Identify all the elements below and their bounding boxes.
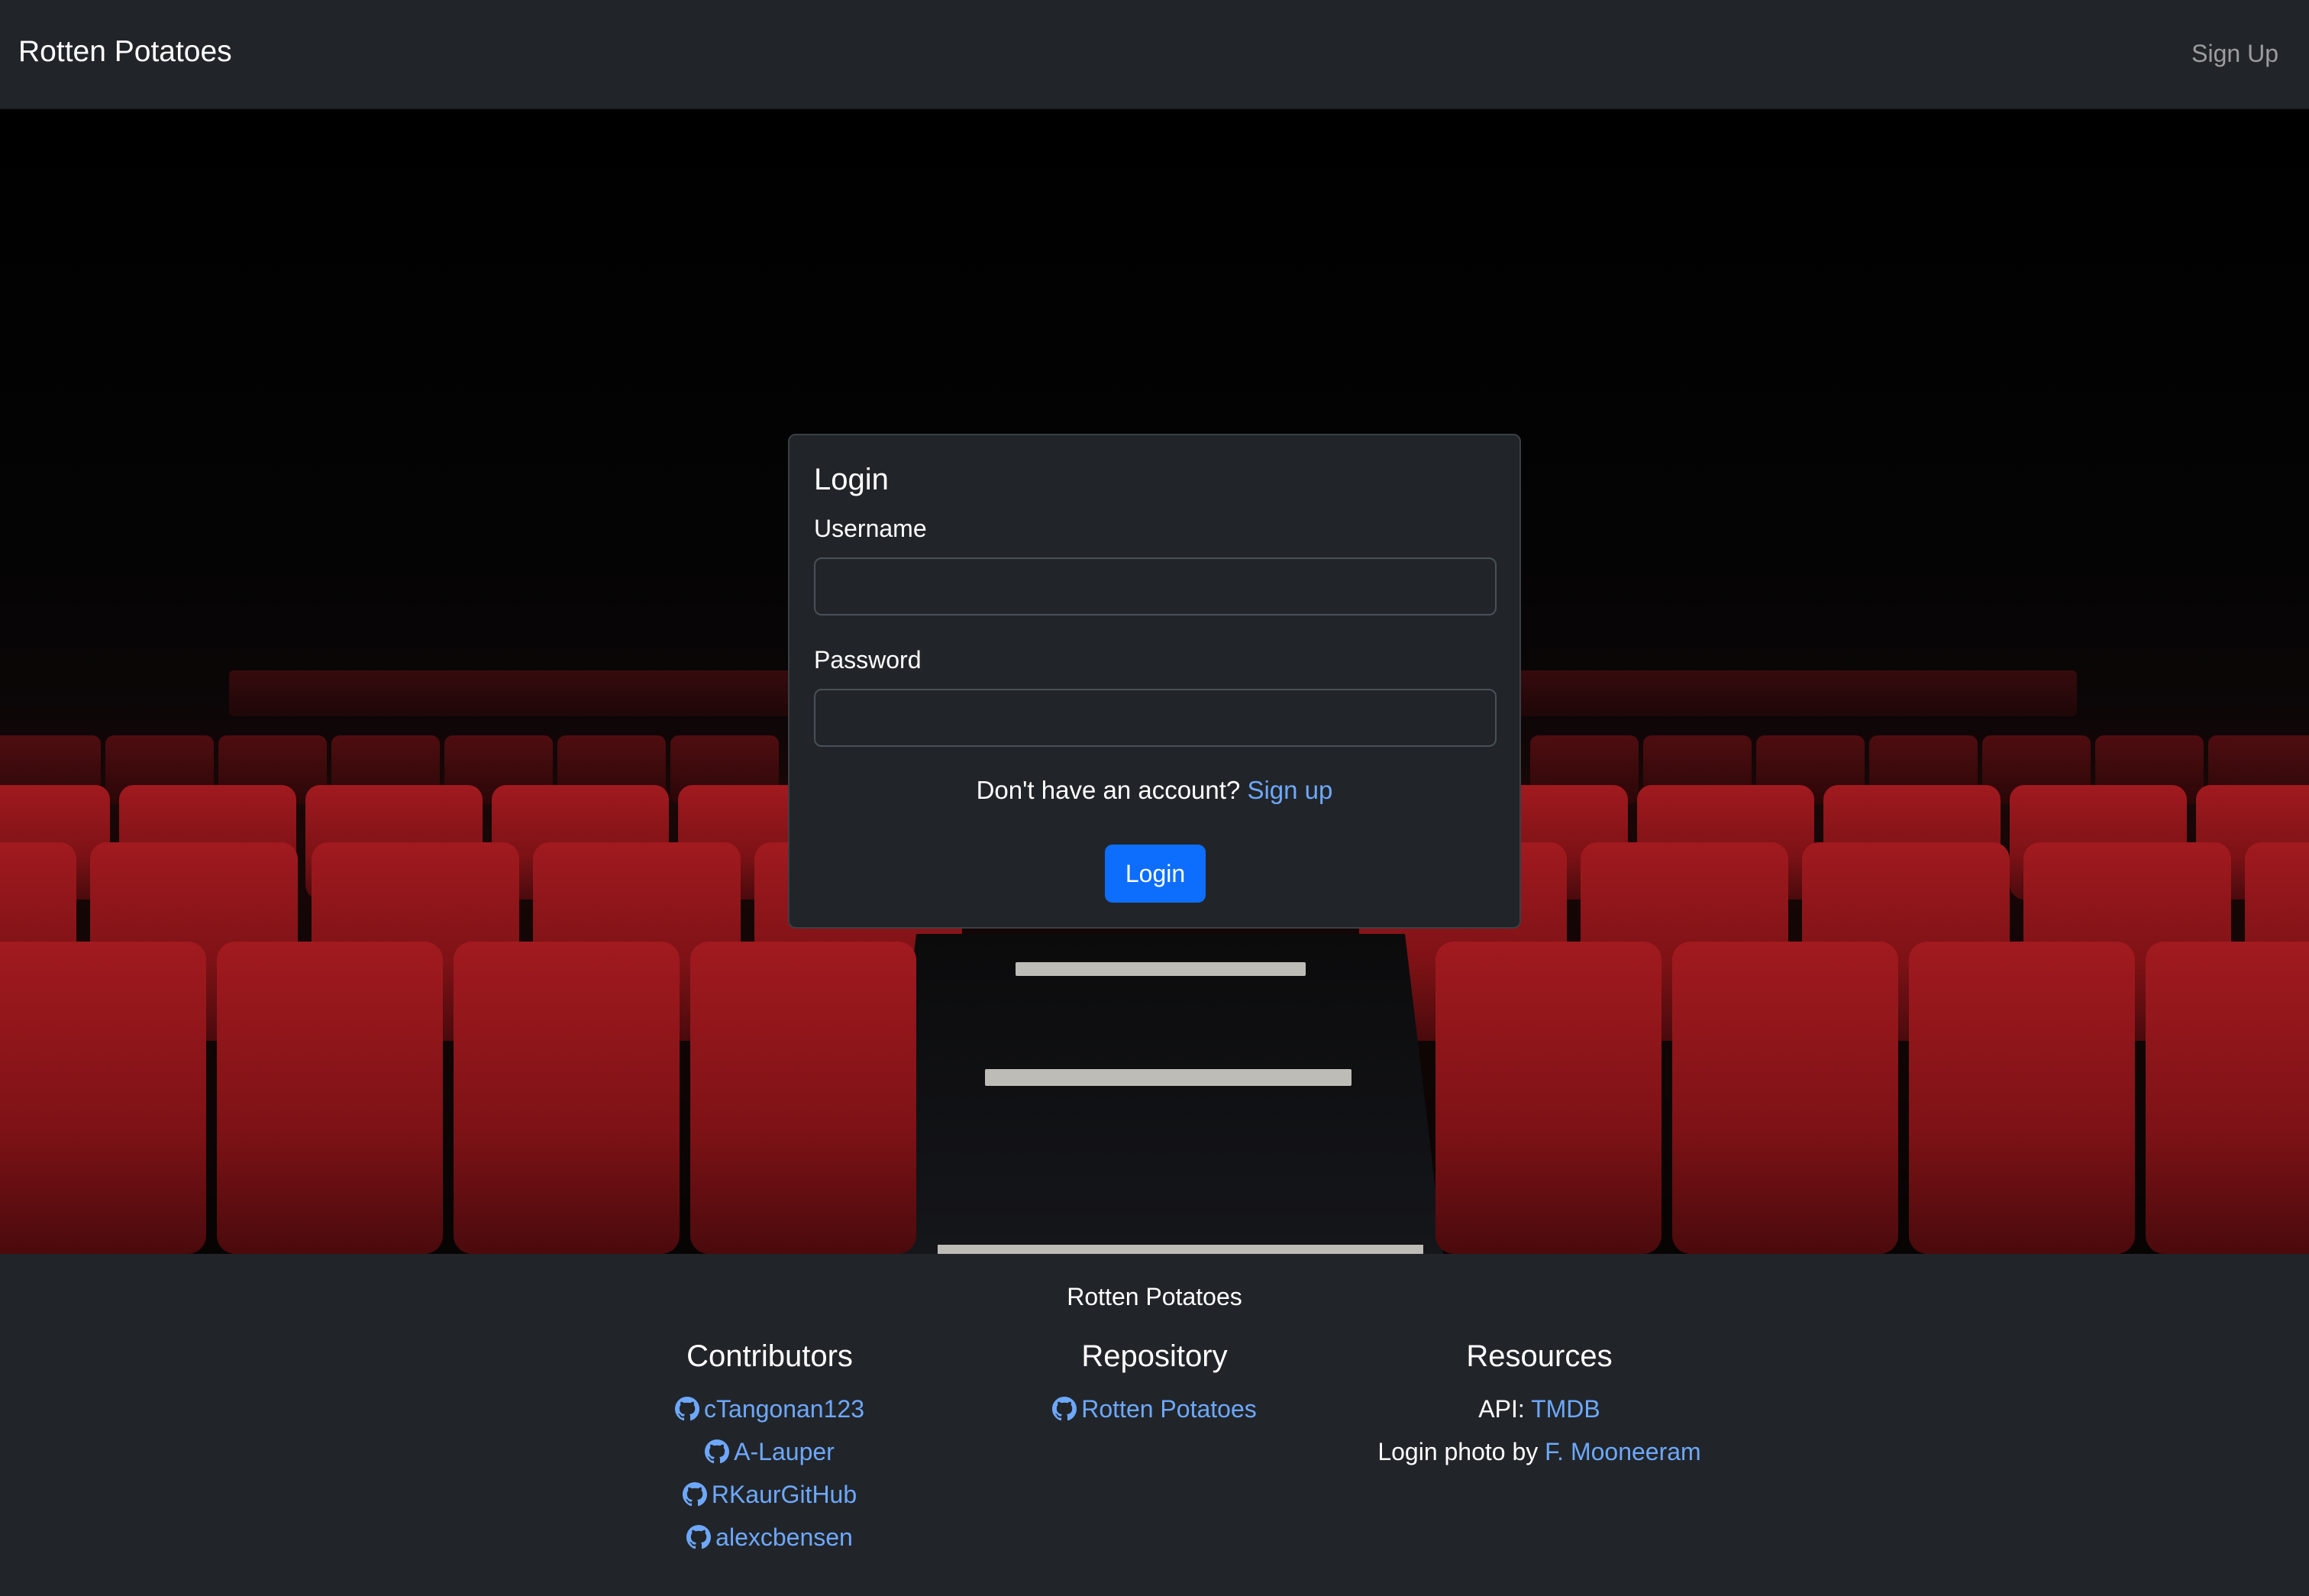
github-icon (705, 1439, 730, 1464)
contributor-link[interactable]: cTangonan123 (675, 1395, 864, 1423)
theater-seat (690, 942, 916, 1254)
repository-heading: Repository (1081, 1339, 1228, 1373)
theater-seat (217, 942, 443, 1254)
contributor-link[interactable]: A-Lauper (705, 1438, 835, 1465)
contributor-name: cTangonan123 (704, 1395, 864, 1423)
navbar: Rotten Potatoes Sign Up (0, 0, 2309, 109)
theater-seat (0, 942, 206, 1254)
contributor-name: RKaurGitHub (711, 1481, 857, 1508)
resources-heading: Resources (1466, 1339, 1613, 1373)
api-line: API: TMDB (1341, 1388, 1738, 1430)
repository-name: Rotten Potatoes (1081, 1395, 1257, 1423)
photo-credit-label: Login photo by (1377, 1438, 1539, 1465)
signup-prompt-text: Don't have an account? (976, 776, 1241, 804)
theater-seat (2146, 942, 2309, 1254)
github-icon (686, 1525, 712, 1549)
github-icon (1052, 1397, 1077, 1421)
login-title: Login (814, 463, 889, 496)
login-button[interactable]: Login (1105, 845, 1206, 903)
theater-seat (1672, 942, 1898, 1254)
contributors-heading: Contributors (686, 1339, 853, 1373)
theater-seat (1435, 942, 1662, 1254)
contributor-link[interactable]: alexcbensen (686, 1523, 853, 1551)
login-card: Login Username Password Don't have an ac… (788, 434, 1521, 929)
password-input[interactable] (814, 689, 1497, 747)
card-signup-link[interactable]: Sign up (1247, 776, 1332, 804)
username-input[interactable] (814, 557, 1497, 615)
tmdb-link[interactable]: TMDB (1531, 1395, 1600, 1423)
resources-column: Resources API: TMDB Login photo by F. Mo… (1341, 1339, 1738, 1473)
theater-seat (1909, 942, 2135, 1254)
nav-signup-link[interactable]: Sign Up (2191, 40, 2278, 68)
password-label: Password (814, 646, 922, 674)
repository-column: Repository Rotten Potatoes (956, 1339, 1353, 1430)
theater-seat (454, 942, 680, 1254)
contributor-name: A-Lauper (734, 1438, 835, 1465)
repository-link[interactable]: Rotten Potatoes (1052, 1395, 1257, 1423)
photo-credit-line: Login photo by F. Mooneeram (1341, 1430, 1738, 1473)
brand-link[interactable]: Rotten Potatoes (18, 35, 232, 69)
contributor-name: alexcbensen (715, 1523, 853, 1551)
username-label: Username (814, 515, 927, 542)
github-icon (675, 1397, 700, 1421)
contributors-column: Contributors cTangonan123 A-Lauper RKaur… (571, 1339, 968, 1559)
photographer-link[interactable]: F. Mooneeram (1545, 1438, 1701, 1465)
api-label: API: (1478, 1395, 1525, 1423)
contributor-link[interactable]: RKaurGitHub (682, 1481, 857, 1508)
footer: Rotten Potatoes Contributors cTangonan12… (0, 1254, 2309, 1596)
github-icon (682, 1482, 707, 1507)
signup-prompt-row: Don't have an account? Sign up (790, 776, 1519, 805)
footer-title: Rotten Potatoes (1067, 1283, 1242, 1310)
